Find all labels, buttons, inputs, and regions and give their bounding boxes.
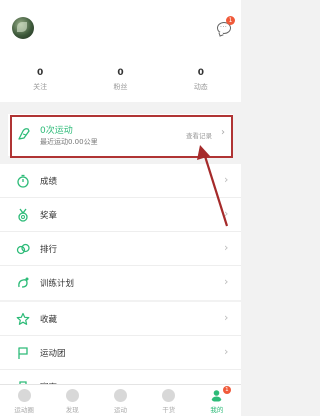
chevron-right-icon: › [224,345,229,358]
tab-label: 运动圈 [14,406,34,414]
chevron-right-icon: › [224,241,229,254]
menu-item-sports-group[interactable]: 运动团 › [0,336,241,370]
stat-posts-label: 动态 [193,83,208,91]
menu-item-scores[interactable]: 成绩 › [0,164,241,198]
activity-summary-card[interactable]: 0次运动 最近运动0.00公里 查看记录 › [8,114,233,156]
tab-label: 干货 [162,406,176,414]
menu-item-training-plan[interactable]: 训练计划 › [0,266,241,300]
avatar[interactable] [12,17,34,39]
stat-following-count: 0 [37,68,44,78]
chevron-right-icon: › [221,127,225,138]
stat-posts[interactable]: 0 动态 [161,68,241,92]
tab-moments[interactable]: 运动圈 [0,385,48,416]
stat-followers-label: 粉丝 [113,83,128,91]
flag-icon [18,347,28,359]
moments-icon [17,389,31,402]
medal-icon [18,208,28,222]
menu-item-favorites[interactable]: 收藏 › [0,302,241,336]
chevron-right-icon: › [224,173,229,186]
menu-item-ranking[interactable]: 排行 › [0,232,241,266]
chevron-right-icon: › [224,275,229,288]
stat-followers[interactable]: 0 粉丝 [80,68,160,92]
menu-item-label: 训练计划 [40,279,75,289]
bottom-tab-bar: 运动圈 发现 运动 干货 1 我的 [0,384,241,416]
stat-posts-count: 0 [197,68,204,78]
tab-label: 发现 [65,406,79,414]
shoe-icon [18,128,30,140]
tab-me[interactable]: 1 我的 [193,385,241,416]
run-icon [114,389,127,402]
tab-discover[interactable]: 发现 [48,385,96,416]
chevron-right-icon: › [224,207,229,220]
stats-row: 0 关注 0 粉丝 0 动态 [0,68,241,92]
star-icon [16,312,30,325]
plan-icon [18,277,29,288]
person-icon [211,390,222,402]
tab-label: 我的 [210,406,224,414]
stat-following-label: 关注 [33,83,48,91]
tab-label: 运动 [114,406,127,414]
compass-icon [65,389,79,402]
tab-badge: 1 [222,386,231,394]
stat-followers-count: 0 [117,68,124,78]
profile-header: ··· 1 0 关注 0 粉丝 0 动态 [0,0,241,102]
menu-item-label: 排行 [40,245,58,255]
activity-count: 0次运动 [40,126,73,136]
article-icon [162,389,176,402]
stat-following[interactable]: 0 关注 [0,68,80,92]
view-records-link[interactable]: 查看记录 [186,130,212,140]
menu-group-records: 成绩 › 奖章 › 排行 › 训练计划 › [0,164,241,300]
menu-item-label: 收藏 [40,315,58,325]
menu-item-label: 运动团 [40,349,66,359]
menu-item-label: 成绩 [40,177,58,187]
menu-item-label: 奖章 [40,211,58,221]
message-badge: 1 [226,16,235,25]
ranking-icon [16,243,30,255]
chevron-right-icon: › [224,311,229,324]
tab-workout[interactable]: 运动 [96,385,144,416]
stopwatch-icon [17,174,29,188]
tab-tips[interactable]: 干货 [145,385,193,416]
menu-item-medals[interactable]: 奖章 › [0,198,241,232]
activity-recent-distance: 最近运动0.00公里 [40,138,98,146]
